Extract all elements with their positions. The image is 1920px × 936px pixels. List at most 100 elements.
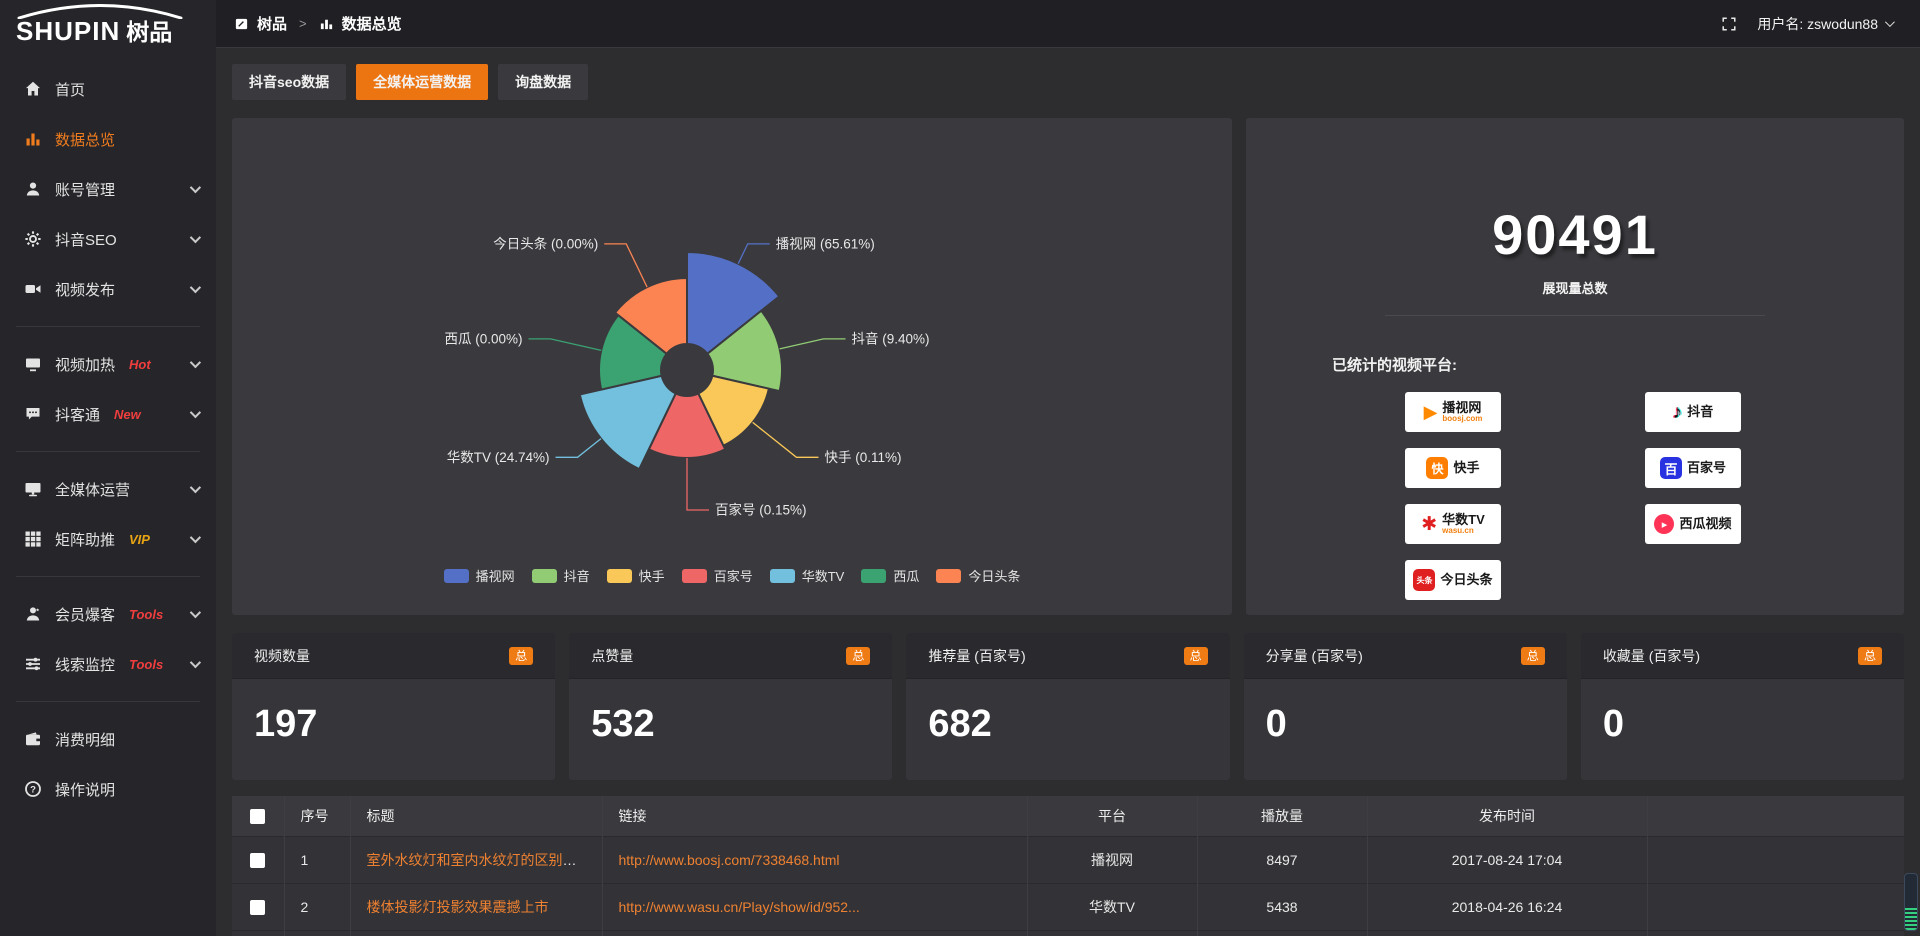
total-badge: 总	[1184, 647, 1208, 665]
platform-badge-text: 快手	[1453, 461, 1479, 475]
sidebar-item-全媒体运营[interactable]: 全媒体运营	[0, 464, 216, 514]
legend-swatch	[936, 569, 961, 583]
chevron-down-icon	[190, 282, 201, 293]
help-icon: ?	[24, 780, 42, 798]
row-checkbox[interactable]	[250, 853, 265, 868]
sidebar-divider	[16, 451, 200, 452]
breadcrumb-item[interactable]: 树品	[257, 13, 287, 34]
sidebar-item-数据总览[interactable]: 数据总览	[0, 114, 216, 164]
legend-item-华数TV[interactable]: 华数TV	[770, 566, 845, 585]
platform-badge-text: 抖音	[1687, 405, 1713, 419]
platform-cell: 播视网	[1027, 836, 1197, 883]
sidebar-item-操作说明[interactable]: ?操作说明	[0, 764, 216, 814]
total-impressions-label: 展现量总数	[1246, 278, 1904, 297]
chat-icon	[24, 405, 42, 423]
platform-sub: wasu.cn	[1442, 526, 1485, 535]
platform-badge-text: 今日头条	[1440, 573, 1492, 587]
tab-全媒体运营数据[interactable]: 全媒体运营数据	[356, 64, 488, 100]
sidebar-item-矩阵助推[interactable]: 矩阵助推 VIP	[0, 514, 216, 564]
sidebar-item-会员爆客[interactable]: 会员爆客Tools	[0, 589, 216, 639]
platforms-title: 已统计的视频平台:	[1332, 354, 1457, 375]
sidebar-item-label: 抖客通	[55, 404, 100, 425]
column-header-标题: 标题	[350, 796, 602, 836]
video-title-link[interactable]: 室外水纹灯和室内水纹灯的区别和简介	[367, 852, 603, 868]
empty-cell	[1647, 836, 1904, 883]
legend-item-今日头条[interactable]: 今日头条	[936, 566, 1020, 585]
platform-badge-text: 播视网boosj.com	[1442, 401, 1482, 424]
user-menu[interactable]: 用户名: zswodun88	[1757, 14, 1892, 34]
stat-card-label: 收藏量 (百家号)	[1603, 646, 1700, 666]
stat-card-label: 分享量 (百家号)	[1266, 646, 1363, 666]
table-row	[232, 930, 1904, 936]
user-icon	[24, 180, 42, 198]
sidebar-item-视频加热[interactable]: 视频加热Hot	[0, 339, 216, 389]
tab-抖音seo数据[interactable]: 抖音seo数据	[232, 64, 346, 100]
video-url-link[interactable]: http://www.boosj.com/7338468.html	[619, 852, 840, 868]
sidebar-item-线索监控[interactable]: 线索监控Tools	[0, 639, 216, 689]
pie-label-line	[604, 244, 647, 287]
legend-item-快手[interactable]: 快手	[607, 566, 665, 585]
video-title-link[interactable]: 楼体投影灯投影效果震撼上市	[367, 899, 549, 915]
sidebar-menu: 首页数据总览账号管理抖音SEO视频发布视频加热Hot抖客通New全媒体运营矩阵助…	[0, 48, 216, 814]
pie-label-line	[687, 458, 709, 510]
seq-cell	[284, 930, 350, 936]
legend-item-播视网[interactable]: 播视网	[444, 566, 515, 585]
legend-item-抖音[interactable]: 抖音	[532, 566, 590, 585]
legend-swatch	[532, 569, 557, 583]
stat-card-label: 视频数量	[254, 646, 310, 666]
screen-icon	[24, 355, 42, 373]
select-all-checkbox[interactable]	[250, 809, 265, 824]
title-cell	[350, 930, 602, 936]
sidebar-item-视频发布[interactable]: 视频发布	[0, 264, 216, 314]
sidebar-item-抖客通[interactable]: 抖客通New	[0, 389, 216, 439]
legend-label: 今日头条	[968, 566, 1020, 585]
platform-badge-百家号: 百百家号	[1645, 448, 1741, 488]
legend-label: 百家号	[714, 566, 753, 585]
video-url-link[interactable]: http://www.wasu.cn/Play/show/id/952...	[619, 899, 860, 915]
video-table-wrap: 序号标题链接平台播放量发布时间 1室外水纹灯和室内水纹灯的区别和简介http:/…	[232, 796, 1904, 936]
sidebar-item-账号管理[interactable]: 账号管理	[0, 164, 216, 214]
sidebar-item-badge: VIP	[129, 532, 150, 547]
sidebar-item-label: 数据总览	[55, 129, 115, 150]
table-header-row: 序号标题链接平台播放量发布时间	[232, 796, 1904, 836]
video-icon	[24, 280, 42, 298]
stat-card-value: 0	[1244, 679, 1567, 746]
platform-name: 播视网	[1442, 401, 1482, 415]
tab-询盘数据[interactable]: 询盘数据	[498, 64, 588, 100]
floating-widget[interactable]	[1904, 873, 1918, 931]
column-header-发布时间: 发布时间	[1367, 796, 1647, 836]
sidebar-item-消费明细[interactable]: 消费明细	[0, 714, 216, 764]
stat-card-value: 0	[1581, 679, 1904, 746]
sidebar-item-label: 矩阵助推	[55, 529, 115, 550]
platform-name: 百家号	[1687, 461, 1726, 475]
sidebar-item-label: 抖音SEO	[55, 229, 117, 250]
sidebar-item-首页[interactable]: 首页	[0, 64, 216, 114]
sidebar-item-抖音SEO[interactable]: 抖音SEO	[0, 214, 216, 264]
stat-card-header: 点赞量总	[569, 633, 892, 679]
legend-item-百家号[interactable]: 百家号	[682, 566, 753, 585]
sidebar-item-label: 账号管理	[55, 179, 115, 200]
bar-chart-icon	[319, 16, 334, 31]
total-badge: 总	[1858, 647, 1882, 665]
platform-cell: 华数TV	[1027, 883, 1197, 930]
stat-card-label: 推荐量 (百家号)	[928, 646, 1025, 666]
app-logo[interactable]: SHUPIN 树品	[0, 0, 216, 48]
stat-card-收藏量 (百家号): 收藏量 (百家号) 总 0	[1581, 633, 1904, 780]
sidebar-item-badge: Hot	[129, 357, 151, 372]
legend-label: 播视网	[476, 566, 515, 585]
legend-item-西瓜[interactable]: 西瓜	[861, 566, 919, 585]
row-checkbox[interactable]	[250, 900, 265, 915]
platform-badge-text: 百家号	[1687, 461, 1726, 475]
stat-card-label: 点赞量	[591, 646, 633, 666]
platform-badge-播视网: ▶播视网boosj.com	[1405, 392, 1501, 432]
bar-chart-icon	[24, 130, 42, 148]
sidebar-item-label: 会员爆客	[55, 604, 115, 625]
pie-label-line	[753, 422, 819, 457]
stat-card-value: 682	[906, 679, 1229, 746]
topbar: 树品 > 数据总览 用户名: zswodun88	[216, 0, 1920, 48]
chevron-down-icon	[190, 657, 201, 668]
platform-badge-text: 西瓜视频	[1679, 517, 1731, 531]
pie-label-抖音: 抖音 (9.40%)	[851, 330, 929, 346]
fullscreen-icon[interactable]	[1721, 16, 1737, 32]
stat-card-header: 视频数量总	[232, 633, 555, 679]
